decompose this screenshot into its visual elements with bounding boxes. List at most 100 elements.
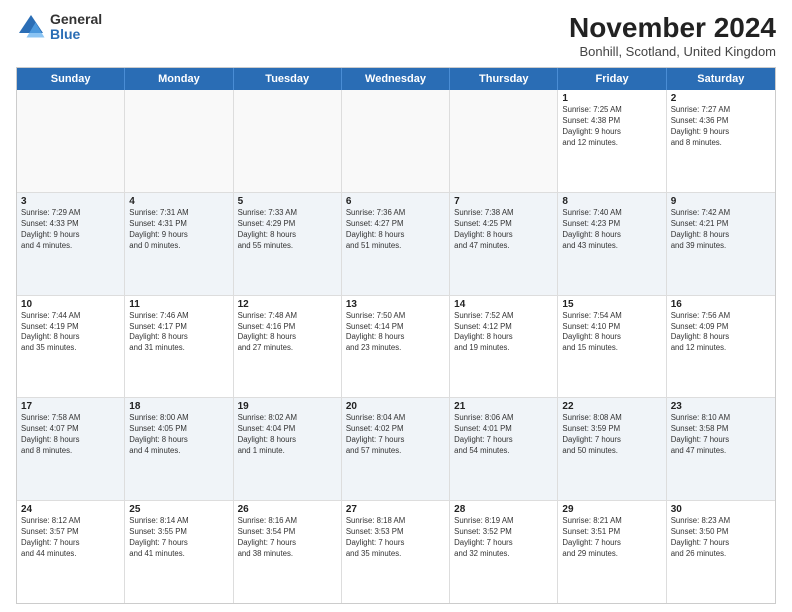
day-detail: Sunrise: 8:00 AM Sunset: 4:05 PM Dayligh… [129, 413, 228, 457]
calendar-cell-r4-c4: 28Sunrise: 8:19 AM Sunset: 3:52 PM Dayli… [450, 501, 558, 603]
calendar-cell-r4-c2: 26Sunrise: 8:16 AM Sunset: 3:54 PM Dayli… [234, 501, 342, 603]
calendar-cell-r0-c0 [17, 90, 125, 192]
calendar-cell-r0-c5: 1Sunrise: 7:25 AM Sunset: 4:38 PM Daylig… [558, 90, 666, 192]
day-number: 20 [346, 401, 445, 412]
calendar-cell-r2-c6: 16Sunrise: 7:56 AM Sunset: 4:09 PM Dayli… [667, 296, 775, 398]
day-number: 27 [346, 504, 445, 515]
day-number: 2 [671, 93, 771, 104]
calendar-cell-r2-c0: 10Sunrise: 7:44 AM Sunset: 4:19 PM Dayli… [17, 296, 125, 398]
month-title: November 2024 [569, 12, 776, 44]
day-detail: Sunrise: 8:02 AM Sunset: 4:04 PM Dayligh… [238, 413, 337, 457]
header: General Blue November 2024 Bonhill, Scot… [16, 12, 776, 59]
day-number: 15 [562, 299, 661, 310]
day-detail: Sunrise: 7:38 AM Sunset: 4:25 PM Dayligh… [454, 208, 553, 252]
calendar-cell-r0-c6: 2Sunrise: 7:27 AM Sunset: 4:36 PM Daylig… [667, 90, 775, 192]
calendar-row-0: 1Sunrise: 7:25 AM Sunset: 4:38 PM Daylig… [17, 90, 775, 193]
calendar-cell-r2-c1: 11Sunrise: 7:46 AM Sunset: 4:17 PM Dayli… [125, 296, 233, 398]
day-number: 8 [562, 196, 661, 207]
day-detail: Sunrise: 8:10 AM Sunset: 3:58 PM Dayligh… [671, 413, 771, 457]
header-day-sunday: Sunday [17, 68, 125, 90]
calendar-cell-r2-c4: 14Sunrise: 7:52 AM Sunset: 4:12 PM Dayli… [450, 296, 558, 398]
day-number: 23 [671, 401, 771, 412]
day-number: 6 [346, 196, 445, 207]
calendar-row-3: 17Sunrise: 7:58 AM Sunset: 4:07 PM Dayli… [17, 398, 775, 501]
calendar-cell-r2-c5: 15Sunrise: 7:54 AM Sunset: 4:10 PM Dayli… [558, 296, 666, 398]
day-detail: Sunrise: 7:42 AM Sunset: 4:21 PM Dayligh… [671, 208, 771, 252]
day-detail: Sunrise: 8:08 AM Sunset: 3:59 PM Dayligh… [562, 413, 661, 457]
day-detail: Sunrise: 8:16 AM Sunset: 3:54 PM Dayligh… [238, 516, 337, 560]
calendar-cell-r1-c3: 6Sunrise: 7:36 AM Sunset: 4:27 PM Daylig… [342, 193, 450, 295]
calendar-header: SundayMondayTuesdayWednesdayThursdayFrid… [17, 68, 775, 90]
day-number: 3 [21, 196, 120, 207]
calendar-cell-r0-c4 [450, 90, 558, 192]
day-number: 4 [129, 196, 228, 207]
calendar-cell-r1-c6: 9Sunrise: 7:42 AM Sunset: 4:21 PM Daylig… [667, 193, 775, 295]
page: General Blue November 2024 Bonhill, Scot… [0, 0, 792, 612]
day-number: 10 [21, 299, 120, 310]
day-number: 26 [238, 504, 337, 515]
subtitle: Bonhill, Scotland, United Kingdom [569, 44, 776, 59]
day-number: 14 [454, 299, 553, 310]
calendar-cell-r0-c3 [342, 90, 450, 192]
calendar-cell-r4-c5: 29Sunrise: 8:21 AM Sunset: 3:51 PM Dayli… [558, 501, 666, 603]
day-detail: Sunrise: 7:33 AM Sunset: 4:29 PM Dayligh… [238, 208, 337, 252]
calendar-cell-r0-c1 [125, 90, 233, 192]
calendar-cell-r1-c2: 5Sunrise: 7:33 AM Sunset: 4:29 PM Daylig… [234, 193, 342, 295]
calendar-cell-r3-c1: 18Sunrise: 8:00 AM Sunset: 4:05 PM Dayli… [125, 398, 233, 500]
day-number: 17 [21, 401, 120, 412]
logo-general: General [50, 12, 102, 27]
day-number: 5 [238, 196, 337, 207]
calendar-cell-r3-c4: 21Sunrise: 8:06 AM Sunset: 4:01 PM Dayli… [450, 398, 558, 500]
day-detail: Sunrise: 7:50 AM Sunset: 4:14 PM Dayligh… [346, 311, 445, 355]
logo: General Blue [16, 12, 102, 43]
day-detail: Sunrise: 8:23 AM Sunset: 3:50 PM Dayligh… [671, 516, 771, 560]
header-day-friday: Friday [558, 68, 666, 90]
calendar-cell-r0-c2 [234, 90, 342, 192]
day-detail: Sunrise: 7:58 AM Sunset: 4:07 PM Dayligh… [21, 413, 120, 457]
calendar-cell-r4-c6: 30Sunrise: 8:23 AM Sunset: 3:50 PM Dayli… [667, 501, 775, 603]
day-number: 18 [129, 401, 228, 412]
calendar-cell-r1-c1: 4Sunrise: 7:31 AM Sunset: 4:31 PM Daylig… [125, 193, 233, 295]
day-number: 13 [346, 299, 445, 310]
header-day-saturday: Saturday [667, 68, 775, 90]
header-day-thursday: Thursday [450, 68, 558, 90]
calendar-cell-r1-c0: 3Sunrise: 7:29 AM Sunset: 4:33 PM Daylig… [17, 193, 125, 295]
day-number: 25 [129, 504, 228, 515]
day-number: 29 [562, 504, 661, 515]
calendar-body: 1Sunrise: 7:25 AM Sunset: 4:38 PM Daylig… [17, 90, 775, 603]
day-detail: Sunrise: 7:54 AM Sunset: 4:10 PM Dayligh… [562, 311, 661, 355]
day-number: 22 [562, 401, 661, 412]
logo-text: General Blue [50, 12, 102, 43]
calendar-row-1: 3Sunrise: 7:29 AM Sunset: 4:33 PM Daylig… [17, 193, 775, 296]
header-day-monday: Monday [125, 68, 233, 90]
day-detail: Sunrise: 7:46 AM Sunset: 4:17 PM Dayligh… [129, 311, 228, 355]
day-detail: Sunrise: 7:29 AM Sunset: 4:33 PM Dayligh… [21, 208, 120, 252]
day-detail: Sunrise: 7:44 AM Sunset: 4:19 PM Dayligh… [21, 311, 120, 355]
calendar-row-4: 24Sunrise: 8:12 AM Sunset: 3:57 PM Dayli… [17, 501, 775, 603]
logo-icon [16, 12, 46, 42]
day-detail: Sunrise: 7:56 AM Sunset: 4:09 PM Dayligh… [671, 311, 771, 355]
day-number: 24 [21, 504, 120, 515]
day-detail: Sunrise: 8:04 AM Sunset: 4:02 PM Dayligh… [346, 413, 445, 457]
header-day-tuesday: Tuesday [234, 68, 342, 90]
calendar-cell-r3-c0: 17Sunrise: 7:58 AM Sunset: 4:07 PM Dayli… [17, 398, 125, 500]
day-number: 7 [454, 196, 553, 207]
day-detail: Sunrise: 8:21 AM Sunset: 3:51 PM Dayligh… [562, 516, 661, 560]
calendar-cell-r4-c0: 24Sunrise: 8:12 AM Sunset: 3:57 PM Dayli… [17, 501, 125, 603]
day-number: 21 [454, 401, 553, 412]
calendar-cell-r4-c1: 25Sunrise: 8:14 AM Sunset: 3:55 PM Dayli… [125, 501, 233, 603]
calendar-cell-r1-c5: 8Sunrise: 7:40 AM Sunset: 4:23 PM Daylig… [558, 193, 666, 295]
day-detail: Sunrise: 8:12 AM Sunset: 3:57 PM Dayligh… [21, 516, 120, 560]
day-number: 11 [129, 299, 228, 310]
day-detail: Sunrise: 7:31 AM Sunset: 4:31 PM Dayligh… [129, 208, 228, 252]
day-detail: Sunrise: 8:18 AM Sunset: 3:53 PM Dayligh… [346, 516, 445, 560]
day-detail: Sunrise: 8:14 AM Sunset: 3:55 PM Dayligh… [129, 516, 228, 560]
day-detail: Sunrise: 7:52 AM Sunset: 4:12 PM Dayligh… [454, 311, 553, 355]
day-number: 9 [671, 196, 771, 207]
header-day-wednesday: Wednesday [342, 68, 450, 90]
day-number: 12 [238, 299, 337, 310]
day-number: 19 [238, 401, 337, 412]
calendar-row-2: 10Sunrise: 7:44 AM Sunset: 4:19 PM Dayli… [17, 296, 775, 399]
calendar: SundayMondayTuesdayWednesdayThursdayFrid… [16, 67, 776, 604]
day-number: 16 [671, 299, 771, 310]
